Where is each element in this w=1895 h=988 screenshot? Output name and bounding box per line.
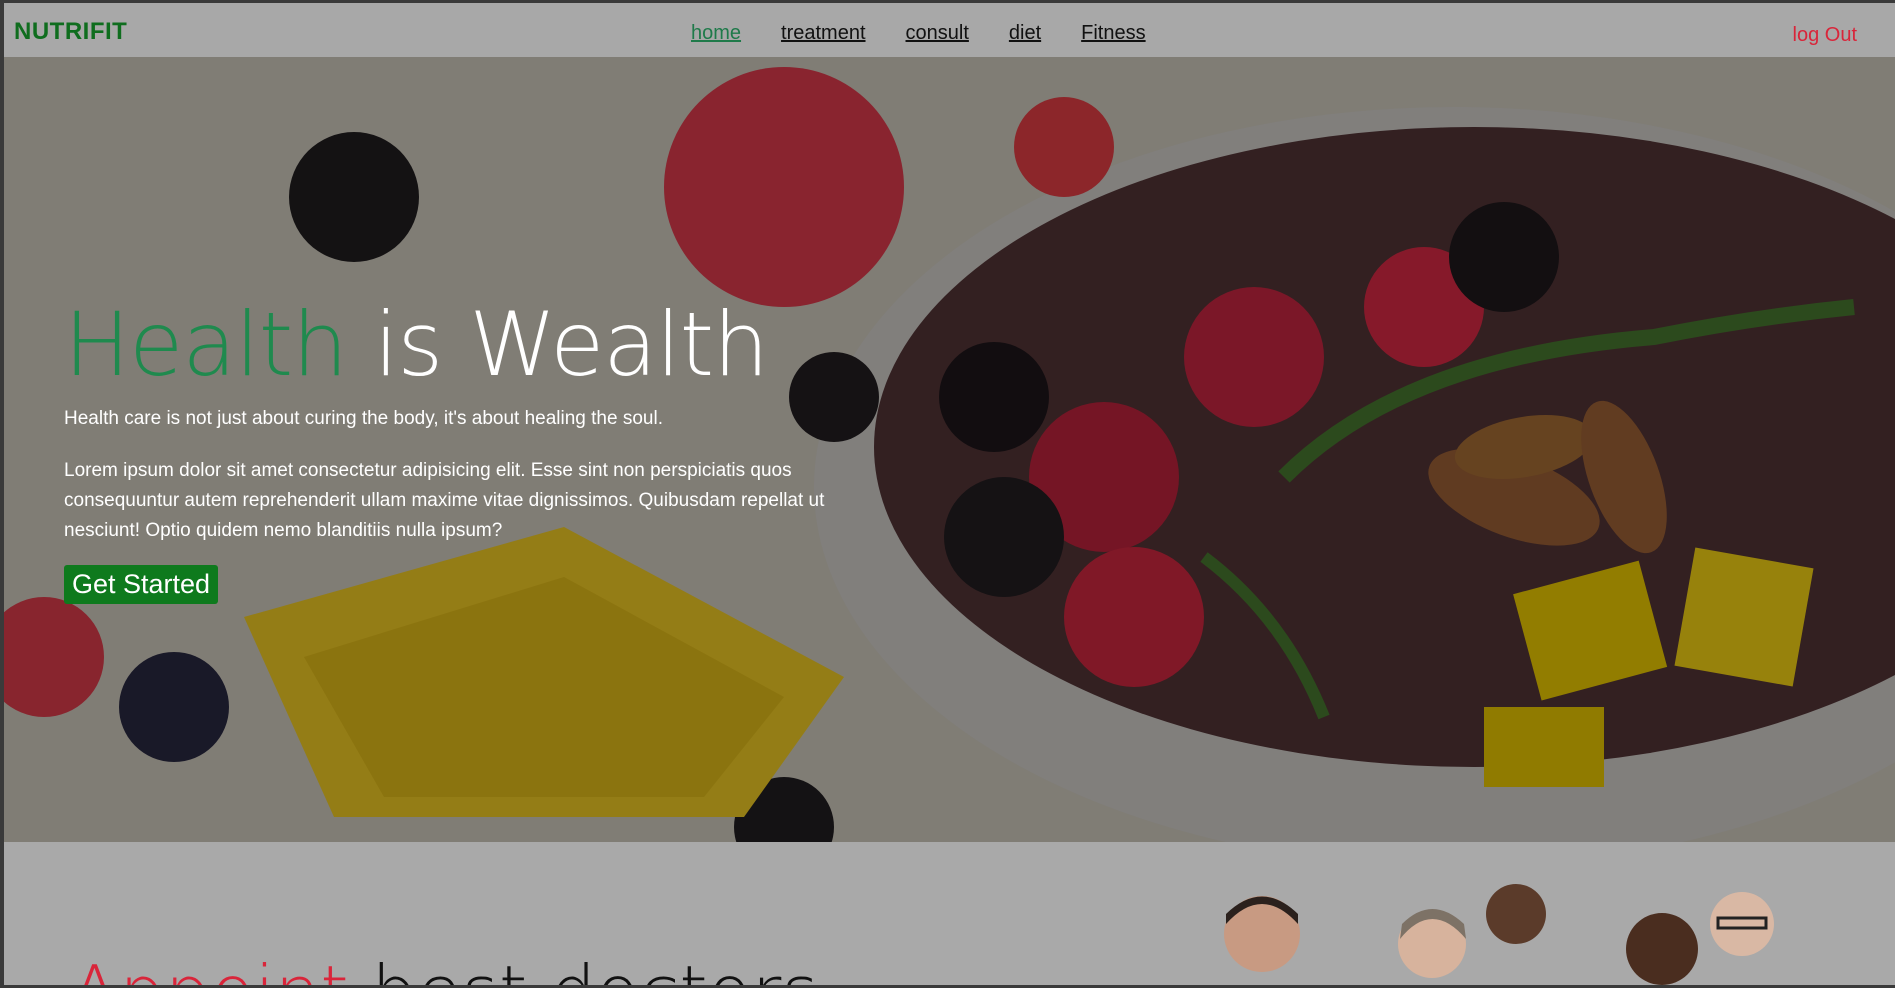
hero-overlay — [4, 57, 1895, 842]
nav-link-consult[interactable]: consult — [906, 22, 969, 45]
hero-description: Lorem ipsum dolor sit amet consectetur a… — [64, 460, 825, 541]
nav-link-treatment[interactable]: treatment — [781, 22, 865, 45]
hero-title-rest: is Wealth — [346, 293, 769, 396]
hero-section: Health is Wealth Health care is not just… — [4, 57, 1895, 842]
doctors-group-image — [1224, 884, 1774, 985]
hero-tagline: Health care is not just about curing the… — [64, 408, 663, 429]
browser-viewport: NUTRIFIT home treatment consult diet Fit… — [4, 3, 1895, 985]
doctors-section: Appoint best doctors — [4, 842, 1895, 985]
nav-link-fitness[interactable]: Fitness — [1081, 22, 1145, 45]
doctors-section-title: Appoint best doctors — [70, 950, 819, 985]
doctors-title-rest: best doctors — [349, 950, 818, 985]
hero-title: Health is Wealth — [64, 293, 769, 396]
doctors-title-accent: Appoint — [70, 950, 349, 985]
nav-link-diet[interactable]: diet — [1009, 22, 1041, 45]
logout-link[interactable]: log Out — [1793, 24, 1857, 47]
nav-links: home treatment consult diet Fitness — [691, 22, 1146, 45]
navbar: NUTRIFIT home treatment consult diet Fit… — [4, 3, 1895, 57]
hero-title-accent: Health — [64, 293, 348, 396]
brand-logo[interactable]: NUTRIFIT — [14, 18, 127, 46]
get-started-button[interactable]: Get Started — [64, 565, 219, 604]
nav-link-home[interactable]: home — [691, 22, 741, 45]
